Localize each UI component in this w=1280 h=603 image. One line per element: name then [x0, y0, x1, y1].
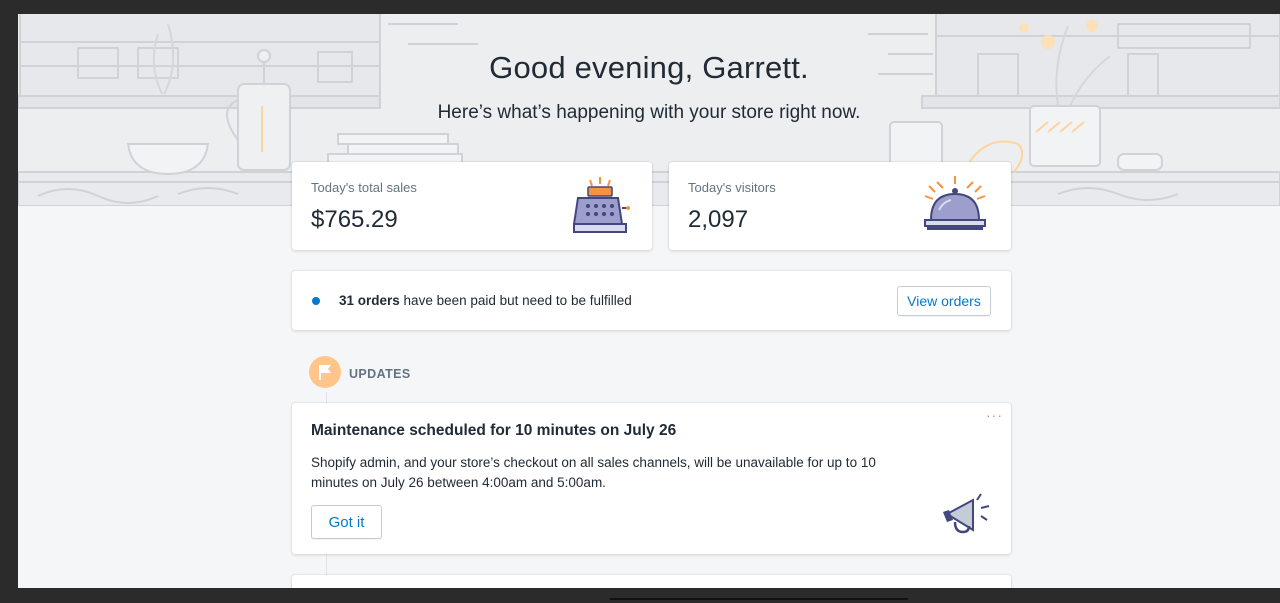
got-it-button[interactable]: Got it	[311, 505, 382, 539]
service-bell-icon	[924, 176, 986, 230]
orders-message: 31 orders have been paid but need to be …	[339, 293, 632, 308]
page-subtitle: Here’s what’s happening with your store …	[437, 102, 861, 123]
visitors-value: 2,097	[688, 206, 749, 233]
more-options-icon[interactable]: ···	[986, 407, 1003, 423]
visitors-card: Today's visitors 2,097	[669, 162, 1011, 250]
attention-dot	[312, 297, 320, 305]
update-title: Maintenance scheduled for 10 minutes on …	[311, 422, 677, 439]
flag-icon	[319, 365, 331, 380]
updates-section-label: UPDATES	[349, 367, 411, 381]
dashboard-viewport: Good evening, Garrett. Here’s what’s hap…	[18, 14, 1280, 588]
updates-badge	[309, 356, 341, 388]
orders-count: 31 orders	[339, 293, 400, 308]
total-sales-value: $765.29	[311, 206, 398, 233]
cash-register-icon	[572, 177, 630, 233]
visitors-label: Today's visitors	[688, 180, 776, 195]
update-card: ··· Maintenance scheduled for 10 minutes…	[292, 403, 1011, 554]
page-title: Good evening, Garrett.	[489, 50, 809, 85]
megaphone-icon	[943, 493, 990, 534]
next-update-card	[292, 575, 1011, 588]
taskbar-line	[610, 598, 908, 600]
orders-message-text: have been paid but need to be fulfilled	[399, 293, 632, 308]
total-sales-label: Today's total sales	[311, 180, 417, 195]
total-sales-card: Today's total sales $765.29	[292, 162, 652, 250]
orders-card: 31 orders have been paid but need to be …	[292, 271, 1011, 330]
view-orders-button[interactable]: View orders	[897, 286, 991, 316]
update-body: Shopify admin, and your store’s checkout…	[311, 455, 876, 490]
